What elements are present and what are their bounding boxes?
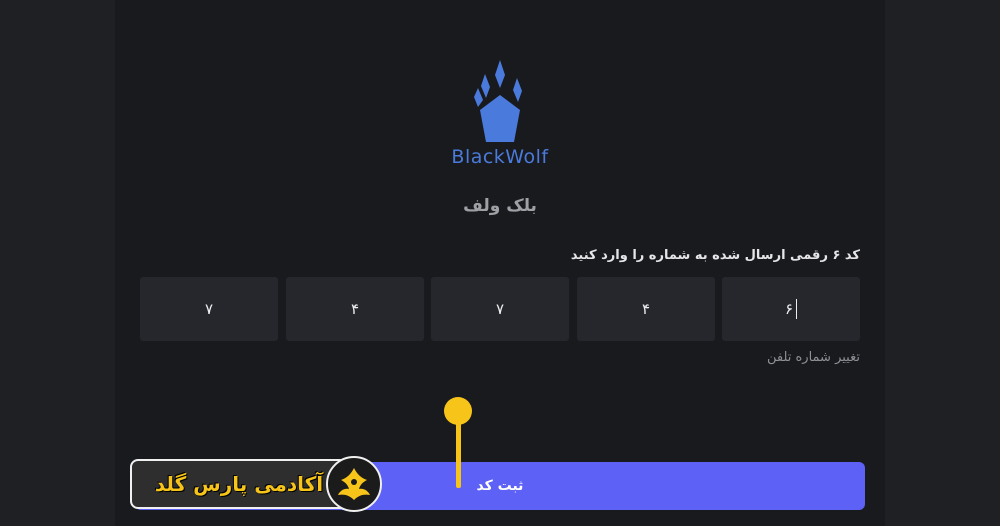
code-digit-value: ۷ — [204, 300, 214, 318]
pointer-dot — [444, 397, 472, 425]
code-instruction: کد ۶ رقمی ارسال شده به شماره را وارد کنی… — [570, 248, 860, 263]
pointer-line — [455, 420, 461, 488]
code-digit-value: ۶ — [784, 300, 794, 318]
code-digit-value: ۴ — [350, 300, 360, 318]
code-digit-input[interactable]: ۷ — [140, 277, 278, 341]
brand-name: BlackWolf — [451, 146, 549, 168]
academy-name: آکادمی پارس گلد — [154, 472, 324, 496]
phoenix-icon — [326, 456, 382, 512]
code-digit-input[interactable]: ۴ — [286, 277, 424, 341]
code-digit-value: ۷ — [495, 300, 505, 318]
submit-code-label: ثبت کد — [476, 478, 524, 494]
code-input-group: ۷ ۴ ۷ ۴ ۶ — [140, 277, 860, 341]
page-title: بلک ولف — [463, 196, 537, 216]
text-cursor — [796, 299, 798, 319]
academy-watermark: آکادمی پارس گلد — [130, 456, 382, 512]
code-digit-value: ۴ — [641, 300, 651, 318]
code-digit-input[interactable]: ۷ — [431, 277, 569, 341]
code-digit-input-active[interactable]: ۶ — [722, 277, 860, 341]
code-digit-input[interactable]: ۴ — [577, 277, 715, 341]
change-phone-link[interactable]: تغییر شماره تلفن — [640, 350, 860, 365]
